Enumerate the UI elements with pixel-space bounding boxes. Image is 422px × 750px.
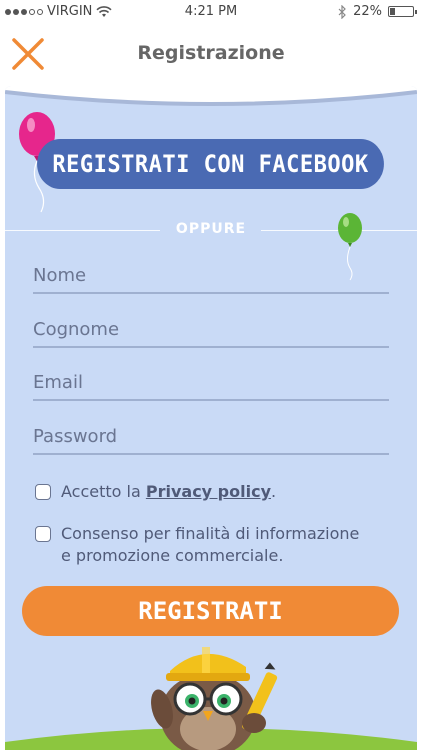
nav-bar: Registrazione [0,24,422,84]
status-bar: VIRGIN 4:21 PM 22% [0,0,422,24]
register-button[interactable]: REGISTRATI [22,586,399,636]
password-field [33,411,389,455]
facebook-register-button[interactable]: REGISTRATI CON FACEBOOK [37,139,384,189]
status-right: 22% [338,4,417,19]
email-field [33,357,389,401]
consent-checkbox-row: Consenso per finalità di informazione e … [35,523,359,567]
privacy-policy-link[interactable]: Privacy policy [146,482,271,501]
privacy-prefix: Accetto la [61,482,146,501]
battery-icon [388,6,417,17]
consent-checkbox[interactable] [35,526,51,542]
bluetooth-icon [338,4,346,19]
registration-panel: REGISTRATI CON FACEBOOK OPPURE Accetto l… [5,86,417,750]
panel-top-curve [5,86,417,106]
nome-field [33,250,389,294]
owl-mascot-icon [151,647,278,750]
cognome-input[interactable] [33,319,389,340]
privacy-checkbox-row: Accetto la Privacy policy. [35,481,276,503]
privacy-suffix: . [271,482,277,501]
consent-text: Consenso per finalità di informazione e … [61,523,359,567]
password-input[interactable] [33,426,389,447]
battery-fill [390,8,396,15]
nome-input[interactable] [33,265,389,286]
email-input[interactable] [33,372,389,393]
page-title: Registrazione [137,42,285,64]
cognome-field [33,304,389,348]
battery-percent: 22% [353,4,382,19]
privacy-text: Accetto la Privacy policy. [61,481,276,503]
consent-line-2: e promozione commerciale. [61,546,284,565]
consent-line-1: Consenso per finalità di informazione [61,524,360,543]
privacy-checkbox[interactable] [35,484,51,500]
